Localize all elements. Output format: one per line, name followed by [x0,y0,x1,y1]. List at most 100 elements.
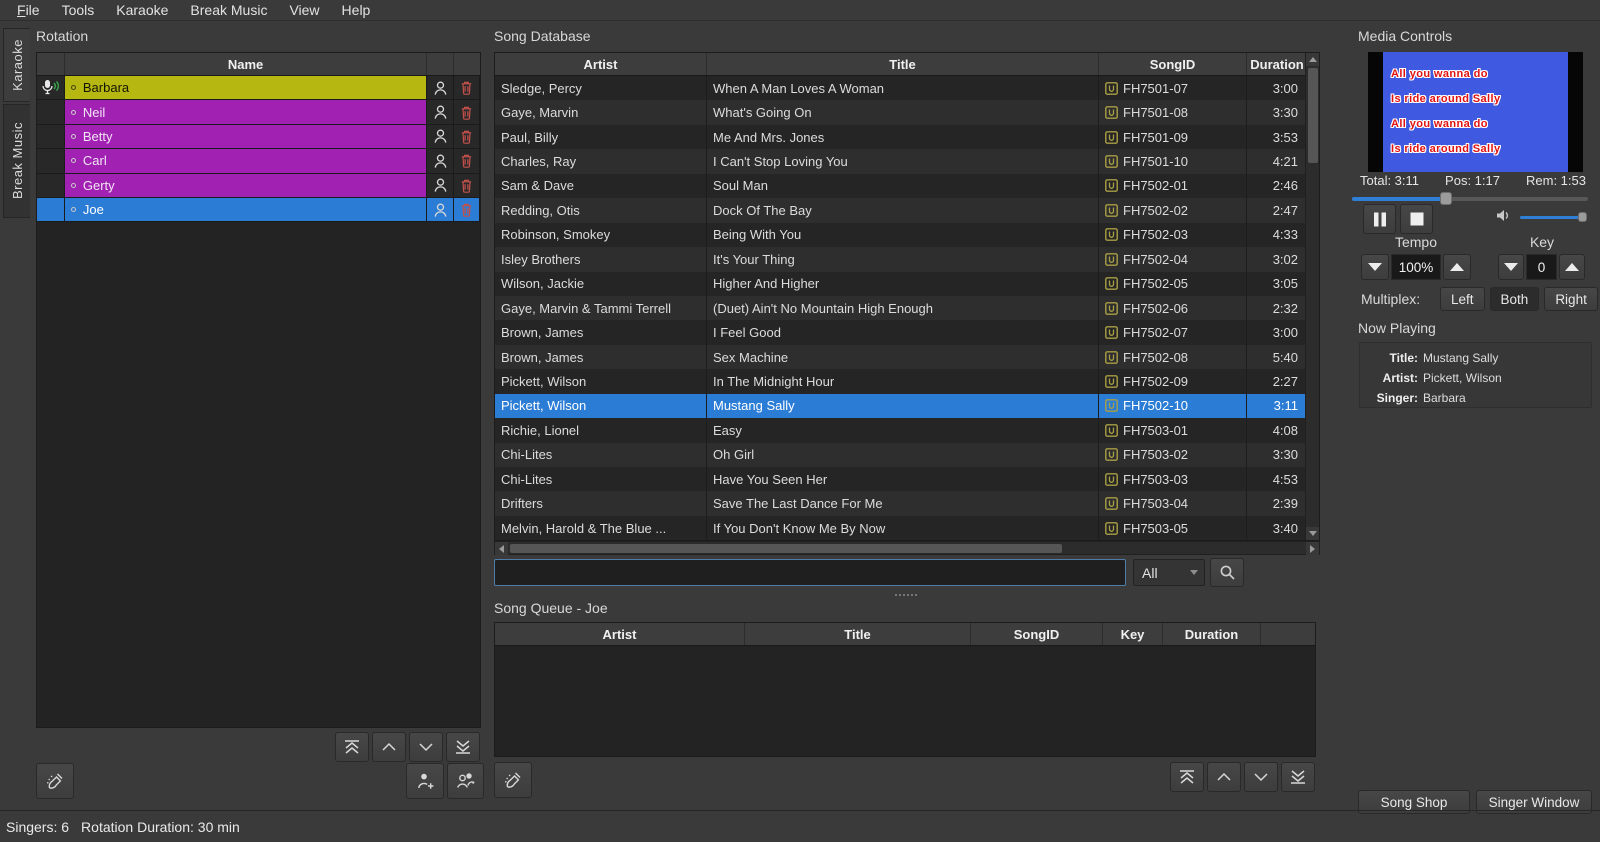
song-row[interactable]: DriftersSave The Last Dance For MeFH7503… [495,491,1307,515]
rotation-row[interactable]: Joe [37,198,480,222]
singer-delete-button[interactable] [454,76,480,100]
scroll-up-button[interactable] [1306,53,1319,66]
singer-regular-button[interactable] [427,174,454,198]
scroll-thumb[interactable] [1308,68,1318,163]
singer-delete-button[interactable] [454,174,480,198]
rotation-body: BarbaraNeilBettyCarlGertyJoe [37,76,480,222]
song-row[interactable]: Charles, RayI Can't Stop Loving YouFH750… [495,149,1307,173]
song-row[interactable]: Gaye, Marvin & Tammi Terrell(Duet) Ain't… [495,296,1307,320]
multiplex-right-button[interactable]: Right [1544,287,1598,311]
queue-move-top-button[interactable] [1170,762,1204,792]
song-row[interactable]: Paul, BillyMe And Mrs. JonesFH7501-093:5… [495,125,1307,149]
song-row[interactable]: Sledge, PercyWhen A Man Loves A WomanFH7… [495,76,1307,100]
cdg-zip-icon [1105,82,1118,95]
column-duration[interactable]: Duration [1247,53,1307,75]
songdb-vertical-scrollbar[interactable] [1305,53,1319,540]
songdb-horizontal-scrollbar[interactable] [494,541,1320,555]
song-row[interactable]: Wilson, JackieHigher And HigherFH7502-05… [495,272,1307,296]
rotation-row[interactable]: Barbara [37,76,480,100]
tab-karaoke[interactable]: Karaoke [3,28,30,102]
queue-column-songid[interactable]: SongID [971,623,1103,645]
menu-item-tools[interactable]: Tools [51,0,106,21]
search-input[interactable] [494,559,1126,586]
rotation-move-bottom-button[interactable] [446,732,480,762]
multiplex-label: Multiplex: [1361,287,1420,311]
search-filter-combo[interactable]: All [1133,559,1205,586]
singer-regular-button[interactable] [427,100,454,124]
song-row[interactable]: Redding, OtisDock Of The BayFH7502-022:4… [495,198,1307,222]
rotation-move-down-button[interactable] [409,732,443,762]
song-artist: Sledge, Percy [495,76,707,100]
song-row[interactable]: Chi-LitesOh GirlFH7503-023:30 [495,443,1307,467]
clear-rotation-button[interactable] [36,763,74,799]
menu-item-file[interactable]: File [6,0,51,21]
singer-regular-button[interactable] [427,76,454,100]
singer-regular-button[interactable] [427,149,454,173]
rotation-row[interactable]: Carl [37,149,480,173]
queue-move-bottom-button[interactable] [1281,762,1315,792]
scroll-right-button[interactable] [1306,542,1319,555]
column-artist[interactable]: Artist [495,53,707,75]
singer-delete-button[interactable] [454,125,480,149]
search-button[interactable] [1210,558,1244,587]
regular-singers-button[interactable] [447,763,484,799]
menu-item-view[interactable]: View [278,0,330,21]
menu-item-help[interactable]: Help [331,0,382,21]
column-songid[interactable]: SongID [1099,53,1247,75]
rotation-row[interactable]: Betty [37,125,480,149]
queue-move-down-button[interactable] [1244,762,1278,792]
singer-delete-button[interactable] [454,198,480,222]
cdg-zip-icon [1105,351,1118,364]
scroll-thumb[interactable] [510,544,1062,553]
menu-item-karaoke[interactable]: Karaoke [105,0,179,21]
key-down-button[interactable] [1498,254,1524,280]
singer-regular-button[interactable] [427,198,454,222]
singer-regular-button[interactable] [427,125,454,149]
song-row[interactable]: Richie, LionelEasyFH7503-014:08 [495,418,1307,442]
menu-item-break-music[interactable]: Break Music [179,0,278,21]
song-row[interactable]: Robinson, SmokeyBeing With YouFH7502-034… [495,223,1307,247]
queue-column-duration[interactable]: Duration [1163,623,1261,645]
tab-break-music[interactable]: Break Music [3,104,30,218]
status-singers: Singers: 6 [6,819,69,835]
multiplex-both-button[interactable]: Both [1490,287,1540,311]
song-row[interactable]: Sam & DaveSoul ManFH7502-012:46 [495,174,1307,198]
volume-handle[interactable] [1578,212,1587,222]
singer-delete-button[interactable] [454,149,480,173]
rotation-move-top-button[interactable] [335,732,369,762]
pause-button[interactable] [1363,204,1396,234]
song-row[interactable]: Pickett, WilsonMustang SallyFH7502-103:1… [495,394,1307,418]
position-handle[interactable] [1440,192,1452,205]
song-row[interactable]: Gaye, MarvinWhat's Going OnFH7501-083:30 [495,100,1307,124]
song-row[interactable]: Pickett, WilsonIn The Midnight HourFH750… [495,369,1307,393]
scroll-down-button[interactable] [1306,527,1319,540]
rotation-move-up-button[interactable] [372,732,406,762]
now-playing-row: Title:Mustang Sally [1366,348,1585,368]
song-row[interactable]: Chi-LitesHave You Seen HerFH7503-034:53 [495,467,1307,491]
song-row[interactable]: Brown, JamesI Feel GoodFH7502-073:00 [495,320,1307,344]
rotation-row[interactable]: Gerty [37,174,480,198]
column-title[interactable]: Title [707,53,1099,75]
song-row[interactable]: Brown, JamesSex MachineFH7502-085:40 [495,345,1307,369]
queue-column-title[interactable]: Title [745,623,971,645]
queue-column-key[interactable]: Key [1103,623,1163,645]
rotation-table: Name BarbaraNeilBettyCarlGertyJoe [36,52,481,728]
clear-queue-button[interactable] [494,762,532,798]
stop-button[interactable] [1400,204,1433,234]
mic-cell [37,100,65,124]
tempo-up-button[interactable] [1443,254,1471,280]
song-row[interactable]: Melvin, Harold & The Blue ...If You Don'… [495,516,1307,540]
key-up-button[interactable] [1559,254,1585,280]
scroll-left-button[interactable] [495,542,508,555]
song-row[interactable]: Isley BrothersIt's Your ThingFH7502-043:… [495,247,1307,271]
queue-column-artist[interactable]: Artist [495,623,745,645]
singer-delete-button[interactable] [454,100,480,124]
volume-slider[interactable] [1520,212,1586,222]
song-artist: Pickett, Wilson [495,394,707,418]
multiplex-left-button[interactable]: Left [1440,287,1485,311]
queue-move-up-button[interactable] [1207,762,1241,792]
tempo-down-button[interactable] [1361,254,1389,280]
splitter-handle[interactable] [890,592,922,597]
rotation-row[interactable]: Neil [37,100,480,124]
add-singer-button[interactable] [406,763,444,799]
